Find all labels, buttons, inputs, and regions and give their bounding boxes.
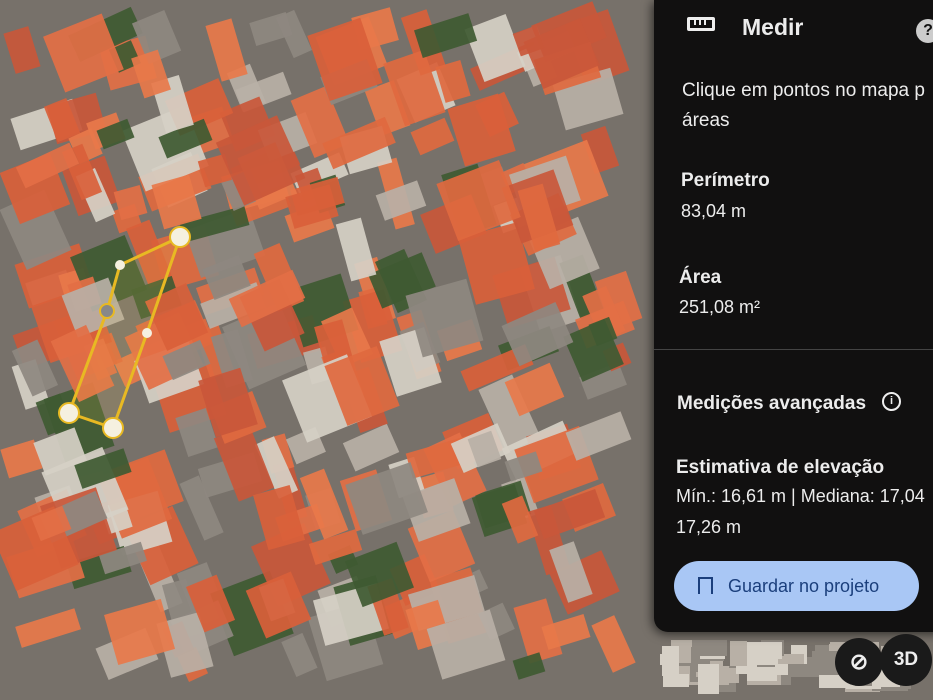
instructions-line: Clique em pontos no mapa p — [682, 80, 925, 101]
panel-title: Medir — [742, 14, 804, 40]
measure-panel: Medir ? Clique em pontos no mapa p áreas… — [654, 0, 933, 632]
elevation-stats-max: 17,26 m — [676, 517, 742, 537]
measure-vertex[interactable] — [102, 417, 124, 439]
instructions-line: áreas — [682, 110, 730, 131]
info-icon[interactable]: i — [882, 392, 901, 411]
elevation-stats: Mín.: 16,61 m | Mediana: 17,04 — [676, 486, 925, 506]
elevation-label: Estimativa de elevação — [676, 457, 885, 478]
save-to-project-button[interactable]: Guardar no projeto — [674, 561, 919, 611]
area-label: Área — [679, 267, 722, 288]
instructions-text: Clique em pontos no mapa p áreas — [682, 76, 933, 136]
save-button-label: Guardar no projeto — [728, 576, 880, 596]
compass-reset-icon[interactable]: ⊘ — [835, 638, 883, 686]
measure-vertex[interactable] — [99, 303, 115, 319]
measure-vertex[interactable] — [169, 226, 191, 248]
3d-toggle-button[interactable]: 3D — [880, 634, 932, 686]
advanced-measurements-label: Medições avançadas — [677, 393, 867, 414]
bookmark-icon — [698, 577, 713, 594]
measure-midpoint[interactable] — [142, 328, 152, 338]
ruler-icon — [687, 17, 715, 31]
divider — [654, 349, 933, 350]
area-value: 251,08 m² — [679, 297, 761, 317]
perimeter-label: Perímetro — [681, 170, 770, 191]
perimeter-value: 83,04 m — [681, 201, 747, 221]
measure-midpoint[interactable] — [115, 260, 125, 270]
measure-vertex[interactable] — [58, 402, 80, 424]
help-icon[interactable]: ? — [916, 19, 933, 43]
